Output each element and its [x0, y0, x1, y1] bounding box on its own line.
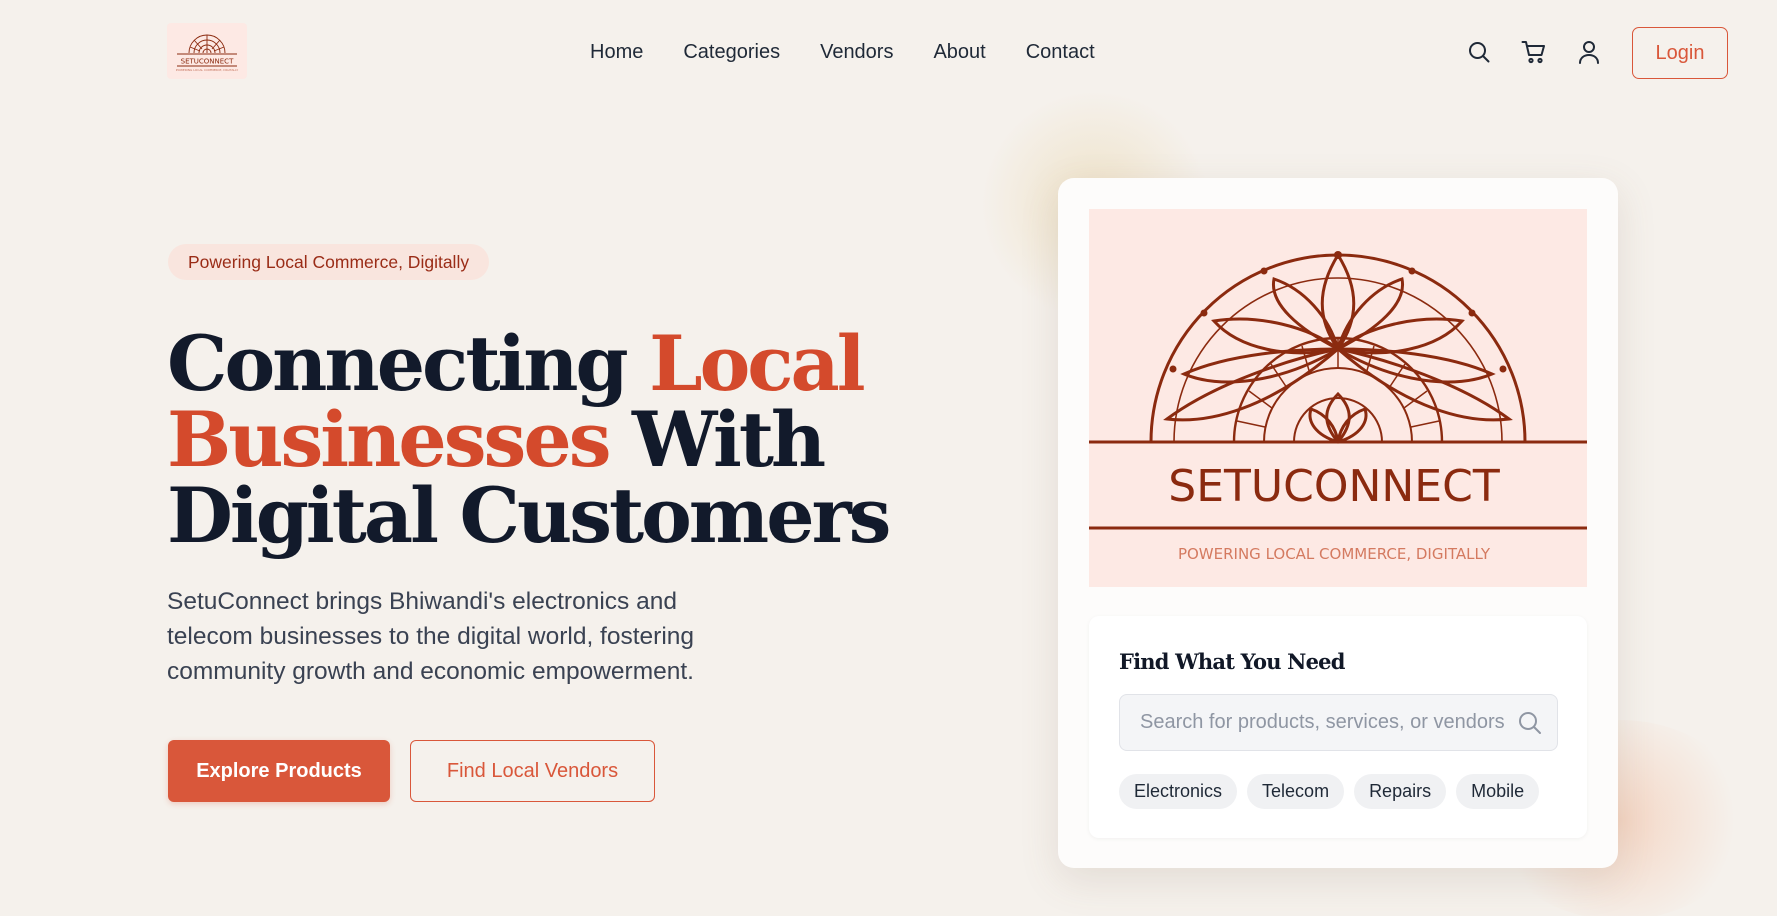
- find-vendors-button[interactable]: Find Local Vendors: [410, 740, 655, 802]
- search-panel-title: Find What You Need: [1119, 649, 1345, 674]
- tag-electronics[interactable]: Electronics: [1119, 774, 1238, 809]
- tag-mobile[interactable]: Mobile: [1456, 774, 1540, 809]
- search-box: [1119, 694, 1558, 751]
- category-tags: Electronics Telecom Repairs Mobile: [1119, 774, 1540, 809]
- nav-vendors[interactable]: Vendors: [820, 38, 893, 66]
- nav-contact[interactable]: Contact: [1026, 38, 1095, 66]
- login-button[interactable]: Login: [1632, 27, 1728, 79]
- header-actions: [1466, 38, 1602, 66]
- tag-repairs[interactable]: Repairs: [1354, 774, 1447, 809]
- search-panel: Find What You Need Electronics Telecom R…: [1089, 616, 1587, 838]
- hero-card: SETUCONNECT POWERING LOCAL COMMERCE, DIG…: [1058, 178, 1618, 868]
- hero-badge: Powering Local Commerce, Digitally: [168, 244, 490, 280]
- user-icon[interactable]: [1576, 38, 1602, 66]
- site-header: SETUCONNECT POWERING LOCAL COMMERCE, DIG…: [0, 0, 1777, 106]
- svg-text:POWERING LOCAL COMMERCE, DIGIT: POWERING LOCAL COMMERCE, DIGITALLY: [176, 68, 239, 72]
- svg-text:SETUCONNECT: SETUCONNECT: [1168, 461, 1500, 512]
- search-submit-icon[interactable]: [1517, 710, 1543, 736]
- search-icon[interactable]: [1466, 38, 1492, 66]
- hero-description: SetuConnect brings Bhiwandi's electronic…: [167, 588, 695, 685]
- brand-logo-image: SETUCONNECT POWERING LOCAL COMMERCE, DIG…: [1089, 209, 1587, 587]
- nav-about[interactable]: About: [933, 38, 985, 66]
- svg-text:SETUCONNECT: SETUCONNECT: [181, 58, 234, 66]
- cart-icon[interactable]: [1521, 38, 1547, 66]
- nav-categories[interactable]: Categories: [683, 38, 780, 66]
- main-nav: Home Categories Vendors About Contact: [590, 38, 1095, 66]
- tag-telecom[interactable]: Telecom: [1247, 774, 1345, 809]
- hero-headline: Connecting Local Businesses With Digital …: [167, 326, 987, 554]
- svg-text:POWERING LOCAL COMMERCE, DIGIT: POWERING LOCAL COMMERCE, DIGITALLY: [1178, 545, 1491, 563]
- search-input[interactable]: [1140, 695, 1510, 750]
- nav-home[interactable]: Home: [590, 38, 643, 66]
- explore-products-button[interactable]: Explore Products: [168, 740, 390, 802]
- site-logo[interactable]: SETUCONNECT POWERING LOCAL COMMERCE, DIG…: [167, 23, 247, 79]
